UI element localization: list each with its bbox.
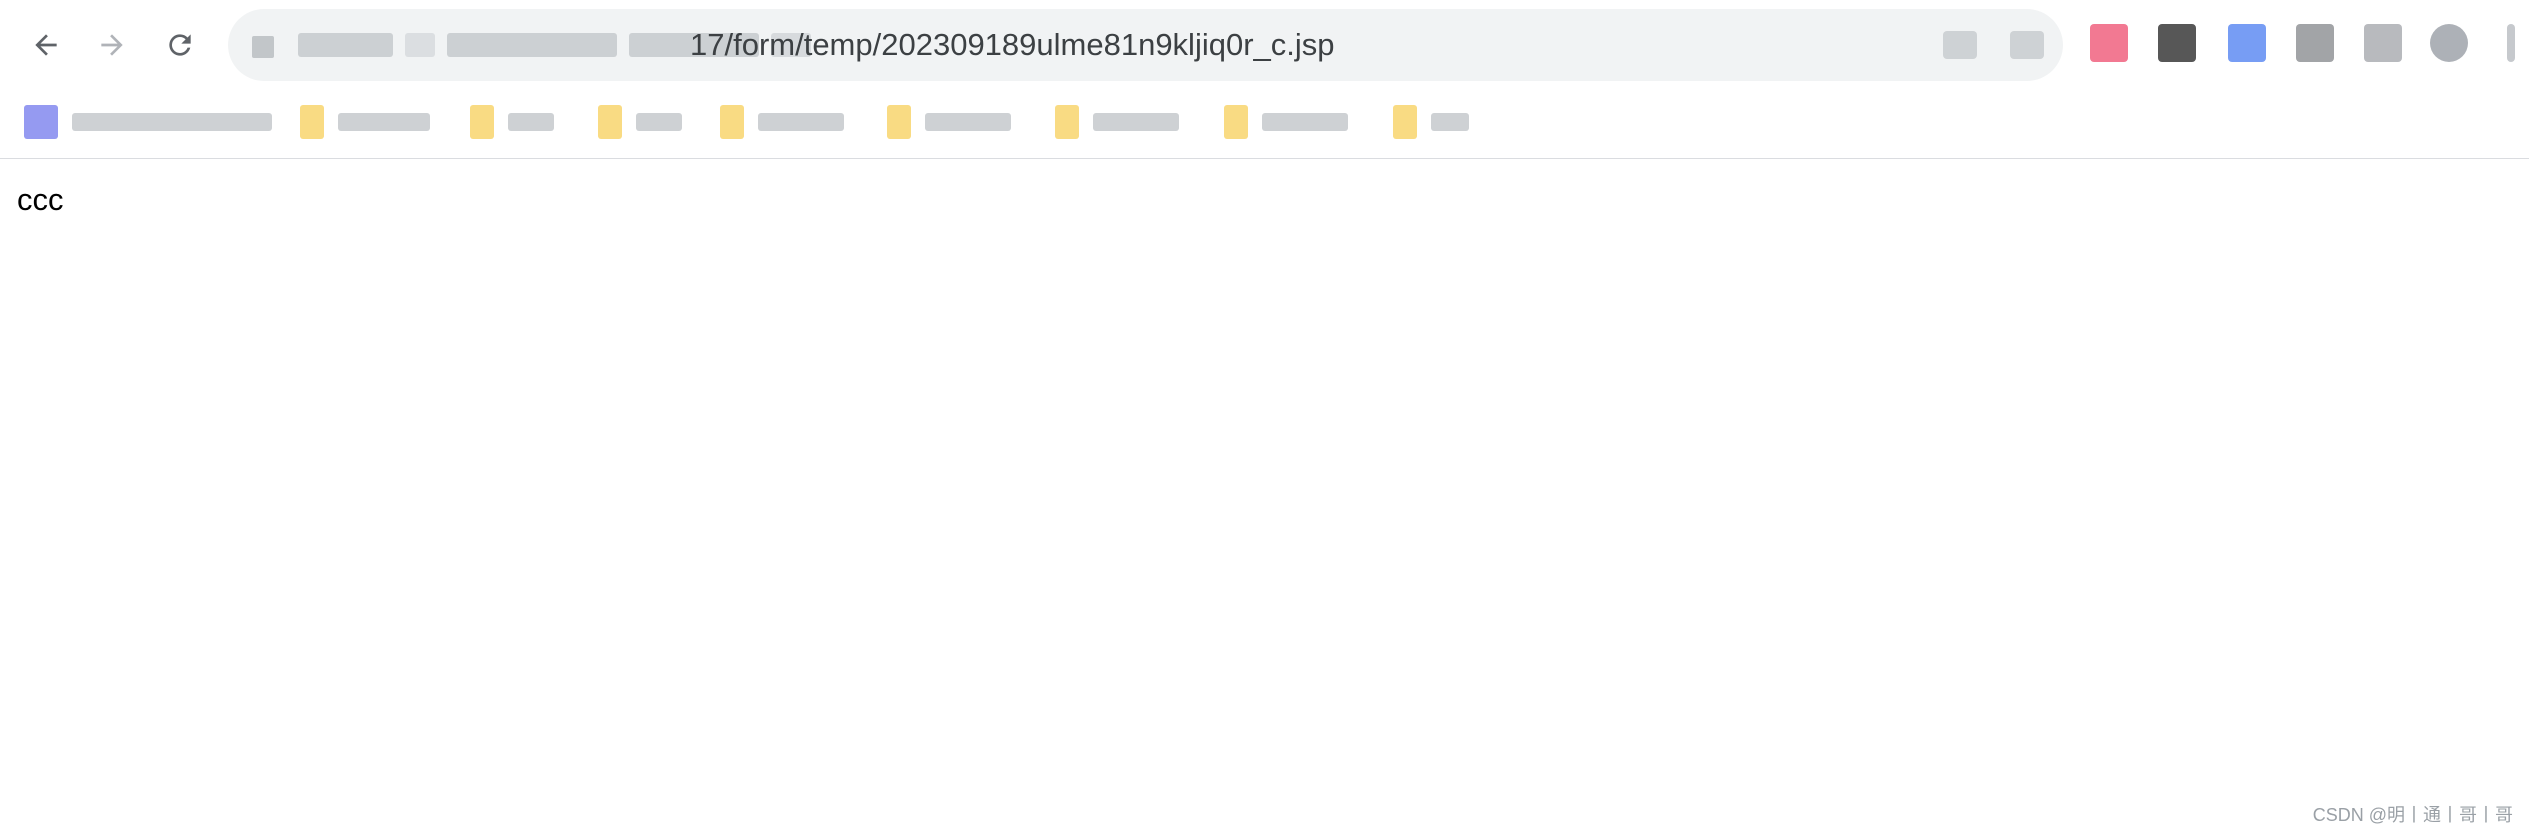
extension-icon-red[interactable] — [2090, 24, 2128, 62]
back-button[interactable] — [18, 17, 74, 73]
watermark-text: CSDN @明丨通丨哥丨哥 — [2312, 805, 2513, 825]
arrow-right-icon — [101, 34, 123, 56]
bookmark-folder[interactable] — [1393, 102, 1469, 142]
bookmark-folder[interactable] — [598, 102, 682, 142]
extensions-puzzle-icon[interactable] — [2364, 24, 2402, 62]
folder-icon — [300, 105, 324, 139]
bookmark-folder[interactable] — [1224, 102, 1348, 142]
extension-icon-gray[interactable] — [2296, 24, 2334, 62]
folder-icon — [887, 105, 911, 139]
folder-icon — [720, 105, 744, 139]
folder-icon — [470, 105, 494, 139]
bookmark-folder[interactable] — [720, 102, 844, 142]
forward-button[interactable] — [84, 17, 140, 73]
folder-icon — [1393, 105, 1417, 139]
app-icon — [24, 105, 58, 139]
extension-icon-dark[interactable] — [2158, 24, 2196, 62]
bookmark-folder[interactable] — [887, 102, 1011, 142]
address-bar[interactable]: 17/form/temp/202309189ulme81n9kljiq0r_c.… — [228, 9, 2063, 81]
arrow-left-icon — [35, 34, 57, 56]
browser-toolbar: 17/form/temp/202309189ulme81n9kljiq0r_c.… — [0, 0, 2529, 90]
translate-icon[interactable] — [1943, 31, 1977, 59]
bookmark-app[interactable] — [24, 102, 272, 142]
bookmarks-bar — [0, 90, 2529, 159]
reload-button[interactable] — [152, 17, 208, 73]
site-info-icon[interactable] — [252, 36, 274, 58]
bookmark-folder[interactable] — [1055, 102, 1179, 142]
reload-icon — [169, 34, 191, 56]
url-text: 17/form/temp/202309189ulme81n9kljiq0r_c.… — [690, 27, 1335, 62]
folder-icon — [1055, 105, 1079, 139]
menu-icon[interactable] — [2507, 24, 2515, 62]
bookmark-folder[interactable] — [300, 102, 430, 142]
bookmark-folder[interactable] — [470, 102, 554, 142]
page-body-text: ccc — [17, 182, 64, 217]
bookmark-star-icon[interactable] — [2010, 31, 2044, 59]
folder-icon — [1224, 105, 1248, 139]
folder-icon — [598, 105, 622, 139]
extension-icon-blue[interactable] — [2228, 24, 2266, 62]
profile-avatar[interactable] — [2430, 24, 2468, 62]
